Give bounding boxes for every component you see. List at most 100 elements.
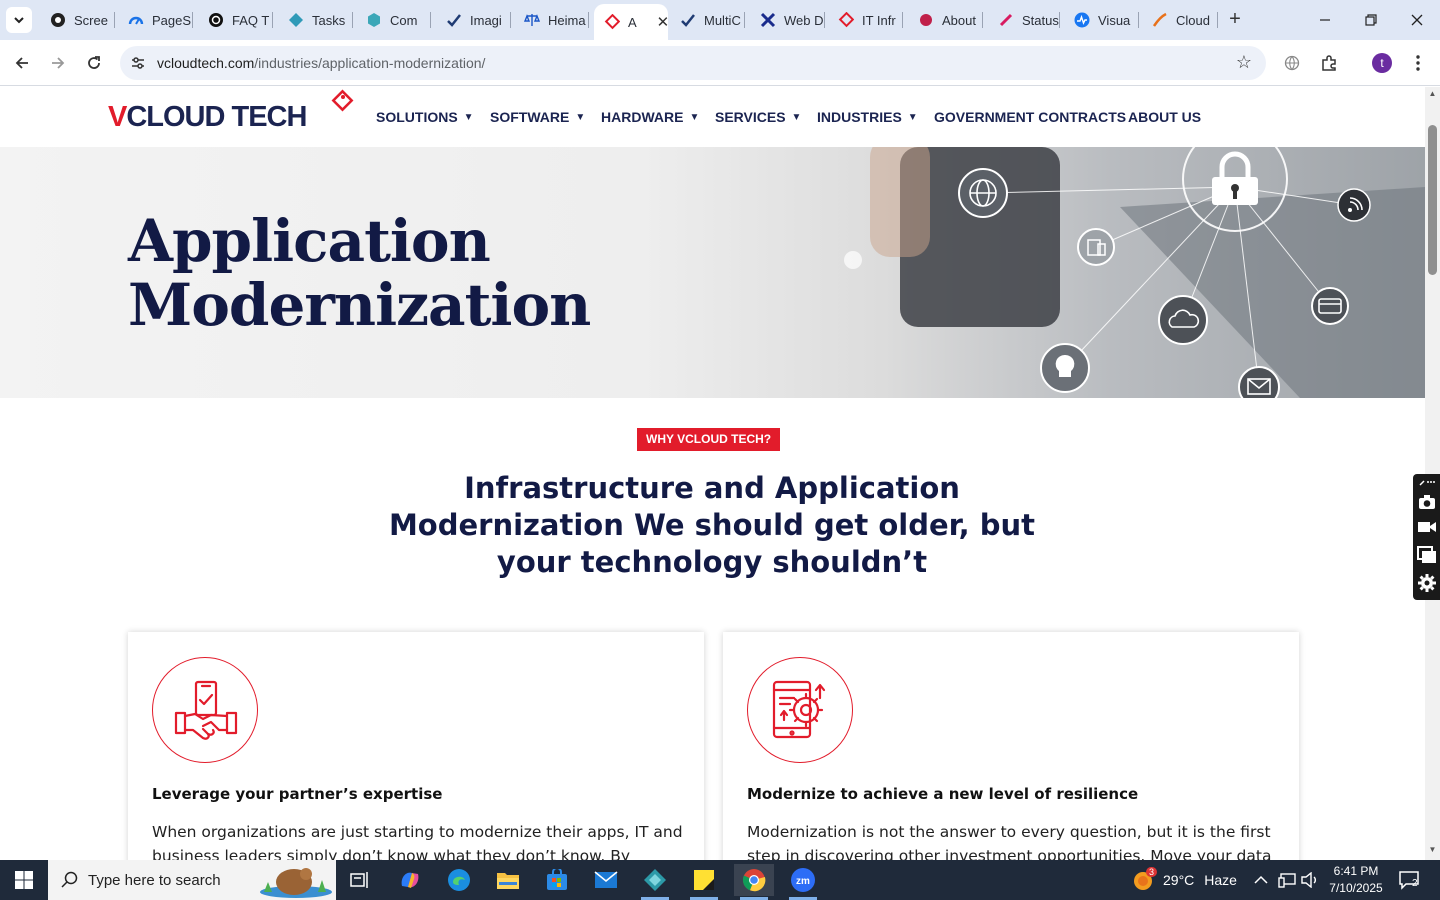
pen-icon[interactable] [1419,478,1435,486]
browser-tab[interactable]: PageS [118,6,193,34]
translate-icon[interactable] [1281,52,1303,74]
bookmark-star-icon[interactable]: ☆ [1236,52,1252,73]
url-field[interactable]: vcloudtech.com/industries/application-mo… [120,46,1266,80]
site-logo[interactable]: VCLOUD TECH [108,89,358,135]
arrow-right-icon [52,57,65,69]
url-text: vcloudtech.com/industries/application-mo… [157,55,486,71]
browser-tab[interactable]: IT Infr [828,6,903,34]
tab-title: Status [1022,12,1059,28]
taskbar-clock[interactable]: 6:41 PM 7/10/2025 [1322,863,1390,897]
taskbar-app-edge[interactable] [439,864,479,896]
tab-title: Cloud [1176,12,1210,28]
pagespeed-icon [128,12,144,28]
browser-tab[interactable]: Cloud [1142,6,1218,34]
window-icon[interactable] [1417,546,1437,564]
taskbar-app-copilot[interactable] [390,864,430,896]
notification-count: 2 [1412,878,1418,889]
arrow-left-icon [15,57,28,69]
new-tab-button[interactable]: + [1224,8,1246,30]
windows-logo-icon [15,871,33,889]
browser-tab[interactable]: Heima [514,6,589,34]
browser-tab[interactable]: Com [356,6,431,34]
web-page: VCLOUD TECH SOLUTIONS ▼ SOFTWARE ▼ HARDWARE ▼… [0,87,1425,860]
browser-tab[interactable]: Imagi [436,6,511,34]
taskbar-app-zoom[interactable]: zm [783,864,823,900]
video-icon[interactable] [1417,520,1437,534]
tab-title: FAQ T [232,12,270,28]
check-icon [680,12,696,28]
nav-item-label: HARDWARE [601,109,684,125]
feature-icon-circle [747,657,853,763]
browser-tab[interactable]: Status [988,6,1060,34]
profile-avatar[interactable]: t [1372,53,1392,73]
settings-gear-icon[interactable] [1417,573,1437,593]
browser-menu-icon[interactable] [1407,52,1429,74]
volume-control[interactable] [1301,860,1319,900]
nav-item-hardware[interactable]: HARDWARE ▼ [601,109,699,125]
site-info-icon[interactable] [129,54,147,72]
logo-tag-icon [331,89,354,112]
screenshot-icon [50,12,66,28]
reload-button[interactable] [82,51,106,75]
check-icon [446,12,462,28]
browser-tab[interactable]: Tasks [278,6,353,34]
nav-item-label: ABOUT US [1128,109,1202,125]
browser-tab[interactable]: Web D [750,6,825,34]
browser-tab[interactable]: MultiC [670,6,745,34]
browser-tab[interactable]: A ✕ [594,4,668,40]
camera-icon[interactable] [1418,494,1436,510]
scroll-down-icon[interactable]: ▼ [1428,845,1437,854]
chevron-down-icon [14,17,24,24]
task-view-button[interactable] [340,864,380,896]
scrollbar-thumb[interactable] [1428,125,1437,275]
network-status[interactable] [1278,860,1296,900]
tab-separator [1217,12,1218,28]
extensions-icon[interactable] [1318,52,1340,74]
taskbar-app-devtool[interactable] [635,864,675,900]
taskbar-app-mail[interactable] [586,864,626,896]
nav-item-about-us[interactable]: ABOUT US [1128,109,1201,125]
tab-search-button[interactable] [6,7,32,33]
site-header: VCLOUD TECH SOLUTIONS ▼ SOFTWARE ▼ HARDWARE ▼… [0,87,1425,147]
weather-widget[interactable]: 3 29°C Haze [1132,860,1237,900]
close-tab-icon[interactable]: ✕ [657,13,668,31]
taskbar-app-store[interactable] [537,864,577,896]
nav-item-government-contracts[interactable]: GOVERNMENT CONTRACTS [934,109,1126,125]
weather-temp: 29°C [1163,872,1195,888]
caret-down-icon: ▼ [463,111,474,123]
browser-tab[interactable]: Visua [1064,6,1139,34]
card-title: Leverage your partner’s expertise [152,785,443,803]
nav-item-services[interactable]: SERVICES ▼ [715,109,801,125]
compose-icon [366,12,382,28]
show-hidden-icons-button[interactable] [1254,860,1268,900]
browser-tab[interactable]: About [908,6,983,34]
nav-item-label: INDUSTRIES [817,109,902,125]
nav-item-software[interactable]: SOFTWARE ▼ [490,109,585,125]
tab-separator [352,12,353,28]
taskbar-app-explorer[interactable] [488,864,528,896]
browser-tab[interactable]: Scree [40,6,115,34]
speaker-icon [1301,872,1316,888]
scroll-up-icon[interactable]: ▲ [1428,89,1437,98]
browser-tab[interactable]: FAQ T [198,6,273,34]
tab-separator [192,12,193,28]
mobile-gear-icon [772,680,826,739]
card-title: Modernize to achieve a new level of resi… [747,785,1139,803]
nav-item-label: SERVICES [715,109,786,125]
notification-center-button[interactable]: 2 [1398,860,1420,900]
x-icon [760,12,776,28]
close-window-button[interactable] [1394,0,1440,40]
back-button[interactable] [10,51,34,75]
taskbar-app-chrome[interactable] [734,864,774,900]
weather-badge: 3 [1146,867,1158,877]
nav-item-industries[interactable]: INDUSTRIES ▼ [817,109,918,125]
taskbar-app-sticky-notes[interactable] [684,864,724,900]
restore-button[interactable] [1348,0,1394,40]
forward-button[interactable] [46,51,70,75]
minimize-button[interactable] [1302,0,1348,40]
tab-separator [1138,12,1139,28]
scale-icon [524,12,540,28]
taskbar-search-box[interactable]: Type here to search [48,860,336,900]
start-button[interactable] [0,860,48,900]
nav-item-solutions[interactable]: SOLUTIONS ▼ [376,109,474,125]
